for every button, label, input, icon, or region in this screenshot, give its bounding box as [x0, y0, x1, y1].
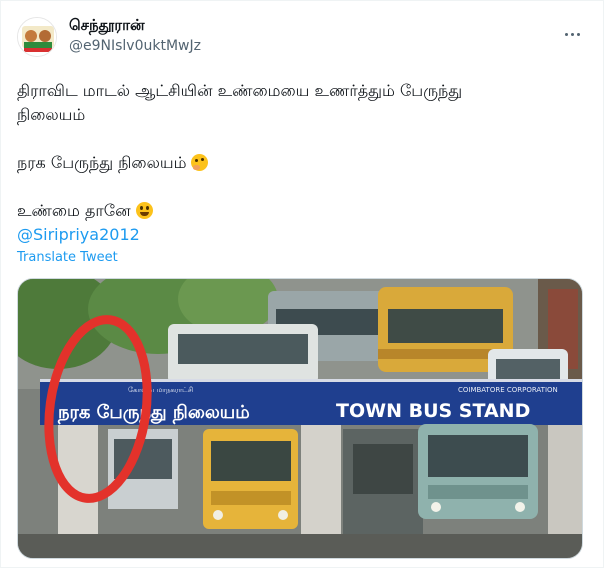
- avatar[interactable]: [17, 17, 57, 57]
- thinking-face-icon: [191, 154, 209, 171]
- sign-tamil-text: நரக பேருந்து நிலையம்: [57, 402, 250, 425]
- bus: [343, 429, 423, 539]
- sign-small-english: COIMBATORE CORPORATION: [458, 386, 558, 394]
- bus: [203, 429, 298, 529]
- tweet-photo[interactable]: கோவை மாநகராட்சி COIMBATORE CORPORATION ந…: [17, 278, 583, 559]
- translate-tweet-link[interactable]: Translate Tweet: [17, 250, 118, 266]
- tweet-text-line: உண்மை தானே: [17, 201, 131, 220]
- bus: [418, 424, 538, 519]
- tweet-text-line: திராவிட மாடல் ஆட்சியின் உண்மையை உணர்த்து…: [17, 81, 463, 100]
- tweet-card[interactable]: செந்தூரான் @e9NIslv0uktMwJz திராவிட மாடல…: [0, 0, 604, 568]
- display-name[interactable]: செந்தூரான்: [69, 15, 145, 35]
- sign-english-text: TOWN BUS STAND: [336, 400, 530, 422]
- tweet-text-line: நிலையம்: [17, 105, 86, 124]
- sign-small-tamil: கோவை மாநகராட்சி: [128, 386, 193, 394]
- grinning-face-icon: [135, 202, 153, 219]
- more-horizontal-icon[interactable]: [565, 21, 587, 37]
- user-handle[interactable]: @e9NIslv0uktMwJz: [69, 37, 201, 55]
- bus: [168, 324, 318, 384]
- mention-link[interactable]: @Siripriya2012: [17, 223, 140, 247]
- tweet-text: திராவிட மாடல் ஆட்சியின் உண்மையை உணர்த்து…: [17, 79, 587, 223]
- bus-stand-sign: கோவை மாநகராட்சி COIMBATORE CORPORATION ந…: [40, 379, 582, 425]
- tweet-text-line: நரக பேருந்து நிலையம்: [17, 153, 187, 172]
